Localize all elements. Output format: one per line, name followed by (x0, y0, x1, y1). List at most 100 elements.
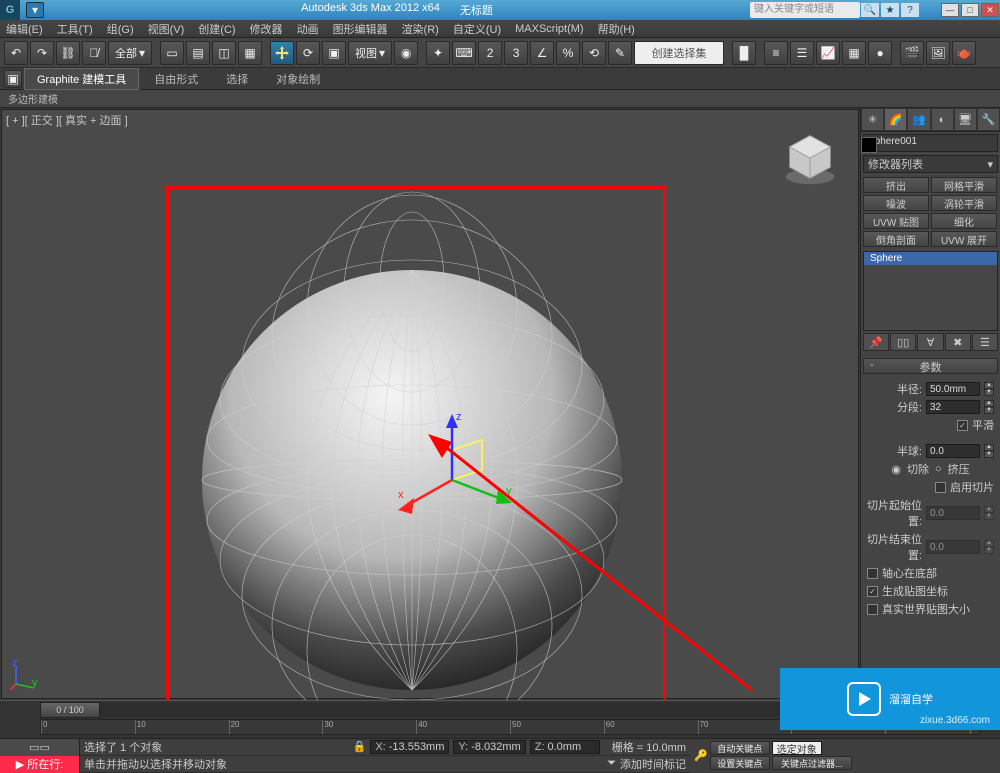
mirror-button[interactable]: ▐▌ (732, 41, 756, 65)
select-object-button[interactable]: ▭ (160, 41, 184, 65)
viewcube-icon[interactable] (782, 130, 838, 186)
mod-btn-meshsmooth[interactable]: 网格平滑 (931, 177, 997, 193)
maximize-button[interactable]: □ (961, 3, 979, 17)
base-pivot-checkbox[interactable] (867, 568, 878, 579)
segments-spin-arrows[interactable]: ▲▼ (984, 400, 994, 414)
lock-icon[interactable]: 🔒 (353, 740, 367, 753)
menu-views[interactable]: 视图(V) (148, 21, 185, 37)
select-filter[interactable]: 全部 ▾ (108, 41, 152, 65)
segments-spinner[interactable]: 32 (926, 400, 980, 414)
menu-customize[interactable]: 自定义(U) (453, 21, 501, 37)
smooth-checkbox[interactable]: ✓ (957, 420, 968, 431)
time-slider-knob[interactable]: 0 / 100 (40, 702, 100, 718)
ribbon-tab-graphite[interactable]: Graphite 建模工具 (24, 68, 139, 90)
cmd-tab-utilities[interactable]: 🔧 (977, 108, 1000, 131)
menu-maxscript[interactable]: MAXScript(M) (515, 23, 583, 35)
ref-coord-dropdown[interactable]: 视图 ▾ (348, 41, 392, 65)
script-listener-line[interactable]: ▶ 所在行: (0, 756, 79, 773)
help-search-input[interactable]: 键入关键字或短语 (750, 2, 860, 18)
help-star-btn[interactable]: ★ (881, 3, 899, 17)
hemi-spin-arrows[interactable]: ▲▼ (984, 444, 994, 458)
cmd-tab-modify[interactable]: 🌈 (884, 108, 907, 131)
schematic-view-button[interactable]: ▦ (842, 41, 866, 65)
select-scale-button[interactable]: ▣ (322, 41, 346, 65)
rendered-frame-button[interactable]: 🖼 (926, 41, 950, 65)
stack-config-button[interactable]: ☰ (972, 333, 998, 351)
keyboard-shortcut-button[interactable]: ⌨ (452, 41, 476, 65)
mod-btn-bevelprofile[interactable]: 倒角剖面 (863, 231, 929, 247)
spinner-snap-button[interactable]: ⟲ (582, 41, 606, 65)
macro-rec-indicator[interactable]: ▭▭ (0, 739, 79, 756)
rollout-params-header[interactable]: -参数 (863, 358, 998, 374)
menu-animation[interactable]: 动画 (297, 21, 319, 37)
setkey-button[interactable]: 设置关键点 (710, 756, 770, 770)
stack-show-button[interactable]: ▯▯ (890, 333, 916, 351)
modifier-stack[interactable]: Sphere (863, 251, 998, 331)
mod-btn-noise[interactable]: 噪波 (863, 195, 929, 211)
mod-btn-uvwmap[interactable]: UVW 贴图 (863, 213, 929, 229)
minimize-button[interactable]: — (941, 3, 959, 17)
menu-rendering[interactable]: 渲染(R) (402, 21, 439, 37)
mod-btn-extrude[interactable]: 挤出 (863, 177, 929, 193)
named-selection-set[interactable]: 创建选择集 (634, 41, 724, 65)
mod-btn-turbosmooth[interactable]: 涡轮平滑 (931, 195, 997, 211)
ribbon-toggle[interactable]: ▣ (4, 70, 22, 88)
link-button[interactable]: ⛓ (56, 41, 80, 65)
render-production-button[interactable]: 🫖 (952, 41, 976, 65)
ribbon-tab-freeform[interactable]: 自由形式 (141, 68, 211, 90)
coord-z[interactable]: Z:0.0mm (530, 740, 600, 754)
select-manipulate-button[interactable]: ✦ (426, 41, 450, 65)
key-icon[interactable]: 🔑 (694, 749, 708, 762)
object-name-field[interactable]: Sphere001 (863, 134, 998, 152)
viewport[interactable]: [ + ][ 正交 ][ 真实 + 边面 ] (1, 109, 859, 699)
layers-button[interactable]: ☰ (790, 41, 814, 65)
menu-create[interactable]: 创建(C) (198, 21, 235, 37)
stack-unique-button[interactable]: ∀ (917, 333, 943, 351)
radius-spin-arrows[interactable]: ▲▼ (984, 382, 994, 396)
edit-named-sel-button[interactable]: ✎ (608, 41, 632, 65)
sphere-object[interactable] (192, 190, 632, 730)
cmd-tab-hierarchy[interactable]: 👥 (907, 108, 930, 131)
unlink-button[interactable]: ⛓̸ (82, 41, 106, 65)
menu-grapheditors[interactable]: 图形编辑器 (333, 21, 388, 37)
chop-radio[interactable]: ◉ (891, 463, 901, 476)
select-region-button[interactable]: ◫ (212, 41, 236, 65)
undo-button[interactable]: ↶ (4, 41, 28, 65)
modifier-list-dropdown[interactable]: 修改器列表▾ (863, 155, 998, 173)
hemisphere-spinner[interactable]: 0.0 (926, 444, 980, 458)
help-question-btn[interactable]: ? (901, 3, 919, 17)
keyfilters-button[interactable]: 关键点过滤器... (772, 756, 852, 770)
slice-on-checkbox[interactable] (935, 482, 946, 493)
window-crossing-button[interactable]: ▦ (238, 41, 262, 65)
angle-snap-button[interactable]: ∠ (530, 41, 554, 65)
cmd-tab-motion[interactable]: ◐ (931, 108, 954, 131)
object-color-swatch[interactable] (861, 137, 877, 153)
ribbon-panel-label[interactable]: 多边形建模 (0, 90, 1000, 108)
close-button[interactable]: ✕ (981, 3, 999, 17)
snap-2d-button[interactable]: 2 (478, 41, 502, 65)
curve-editor-button[interactable]: 📈 (816, 41, 840, 65)
align-button[interactable]: ≡ (764, 41, 788, 65)
gen-uv-checkbox[interactable]: ✓ (867, 586, 878, 597)
cmd-tab-display[interactable]: 🖥 (954, 108, 977, 131)
time-tag-icon[interactable]: ⏷ (607, 757, 616, 770)
viewport-label[interactable]: [ + ][ 正交 ][ 真实 + 边面 ] (6, 112, 128, 128)
radius-spinner[interactable]: 50.0mm (926, 382, 980, 396)
menu-modifiers[interactable]: 修改器 (250, 21, 283, 37)
menu-group[interactable]: 组(G) (107, 21, 134, 37)
infocenter-btn[interactable]: 🔍 (861, 3, 879, 17)
add-time-tag[interactable]: 添加时间标记 (620, 756, 686, 772)
select-rotate-button[interactable]: ⟳ (296, 41, 320, 65)
menu-edit[interactable]: 编辑(E) (6, 21, 43, 37)
app-menu[interactable]: ▾ (26, 2, 44, 18)
ribbon-tab-selection[interactable]: 选择 (213, 68, 261, 90)
percent-snap-button[interactable]: % (556, 41, 580, 65)
autokey-button[interactable]: 自动关键点 (710, 741, 770, 755)
menu-help[interactable]: 帮助(H) (598, 21, 635, 37)
mod-btn-tessellate[interactable]: 细化 (931, 213, 997, 229)
cmd-tab-create[interactable]: ✳ (861, 108, 884, 131)
coord-x[interactable]: X:-13.553mm (370, 740, 449, 754)
coord-y[interactable]: Y:-8.032mm (453, 740, 525, 754)
real-uv-checkbox[interactable] (867, 604, 878, 615)
use-pivot-button[interactable]: ◉ (394, 41, 418, 65)
